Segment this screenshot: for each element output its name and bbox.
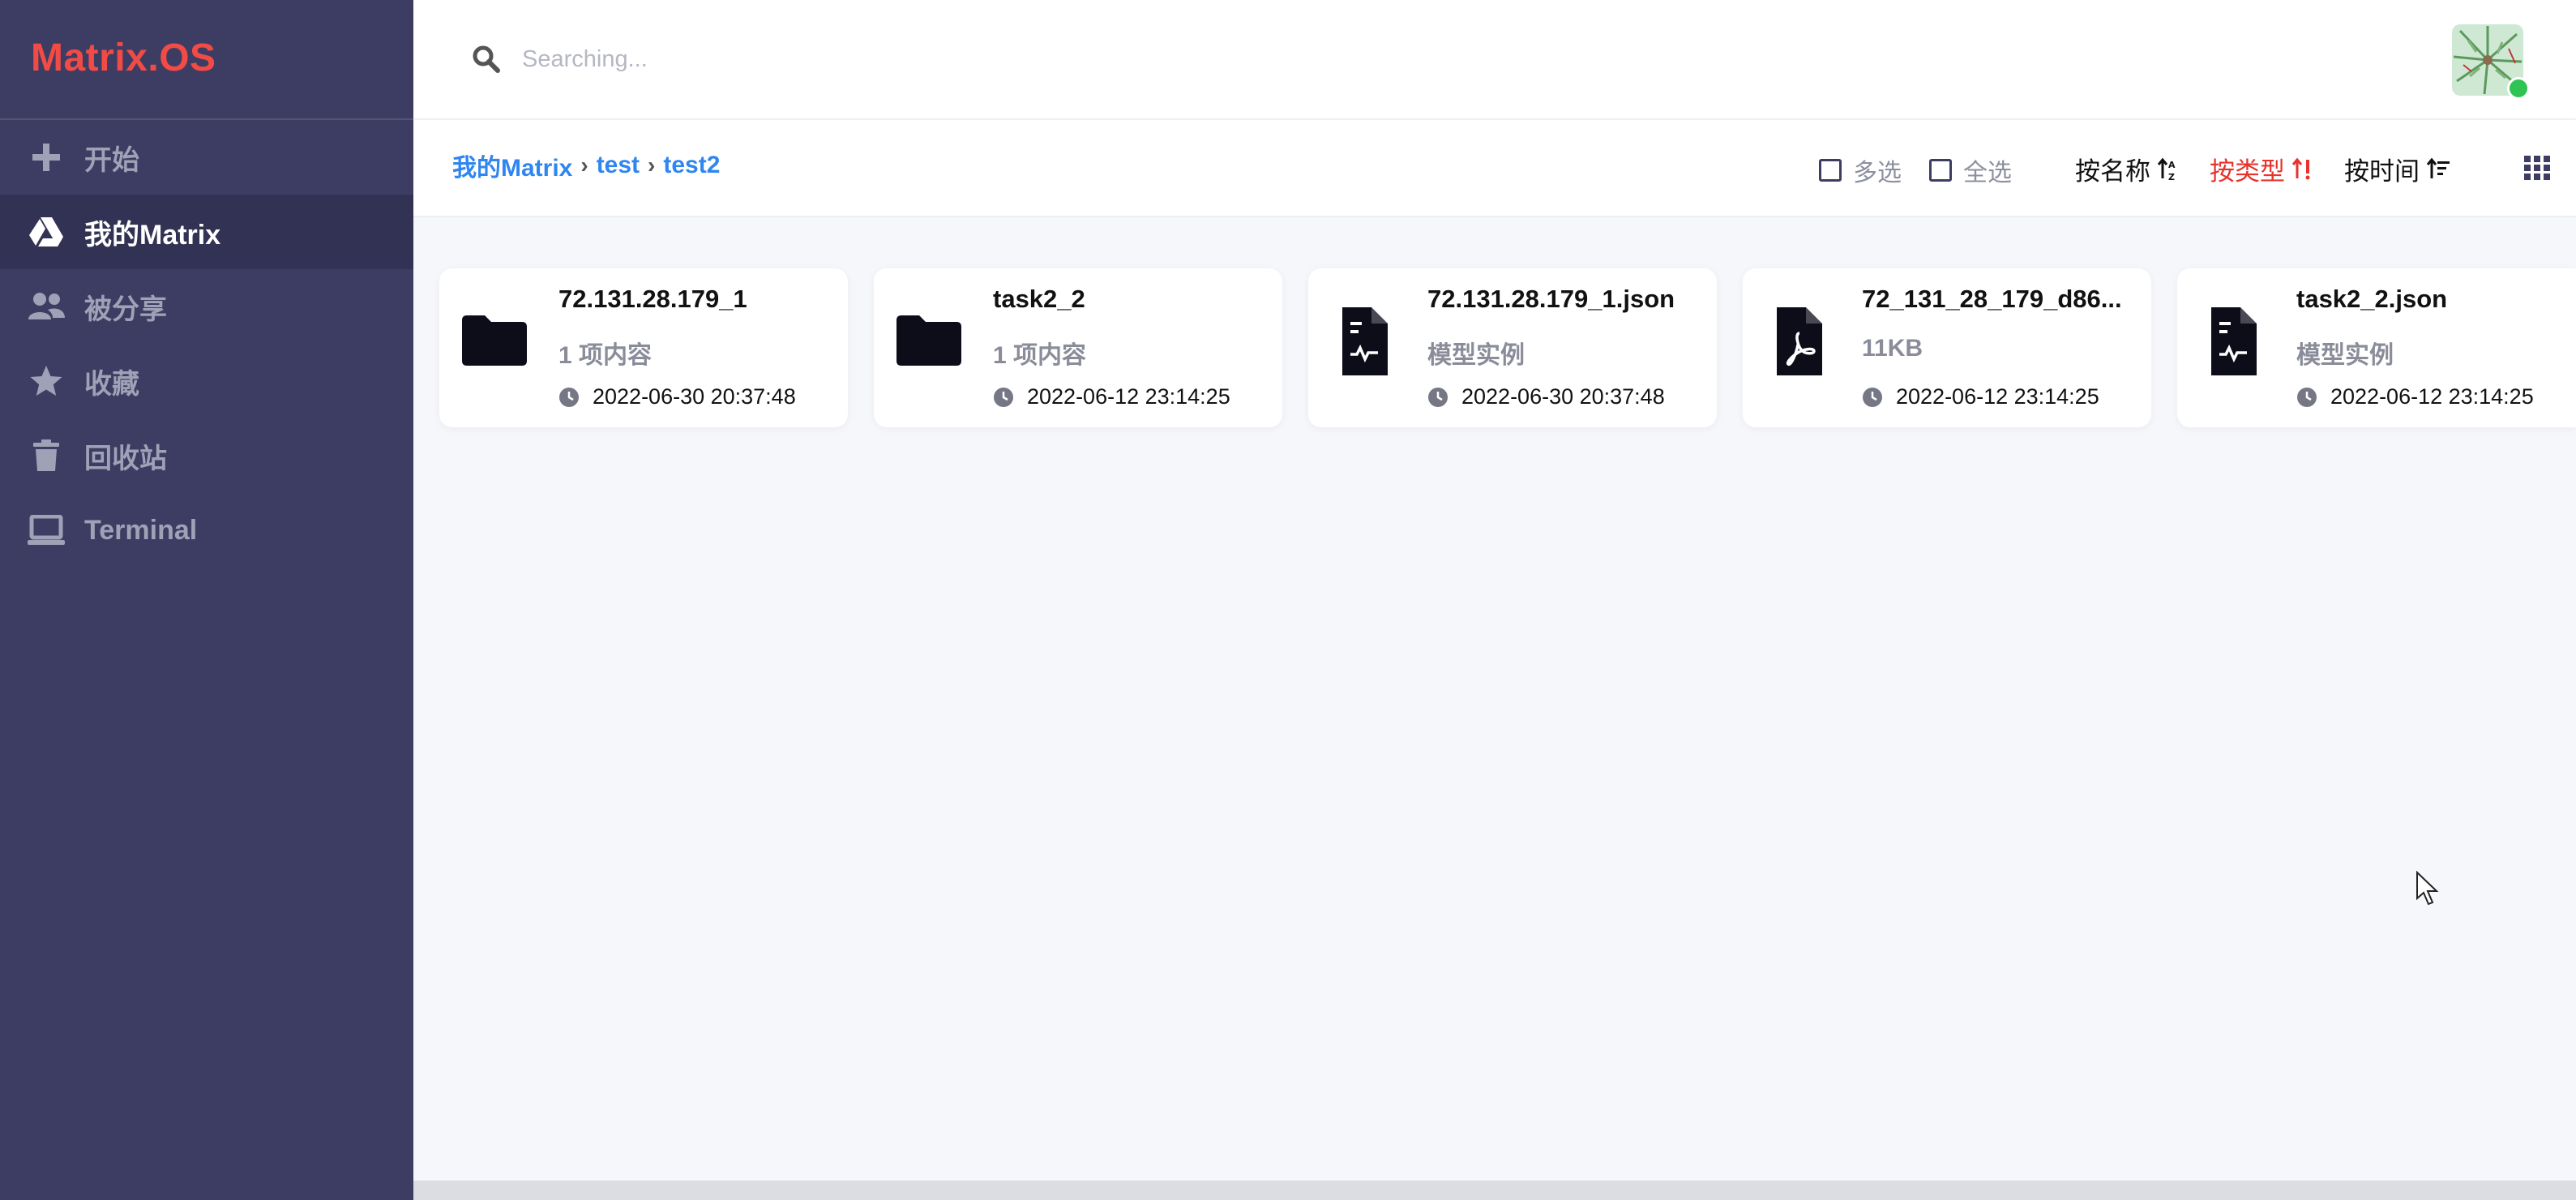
star-icon <box>26 361 66 401</box>
sort-by-name-button[interactable]: 按名称 AZ <box>2075 151 2181 187</box>
multi-select-toggle[interactable]: 多选 <box>1819 152 1902 188</box>
sort-by-type-label: 按类型 <box>2210 157 2285 186</box>
sidebar-item-start[interactable]: 开始 <box>0 120 413 195</box>
clock-icon <box>2296 387 2317 408</box>
file-card[interactable]: 72_131_28_179_d86... 11KB 2022-06-12 23:… <box>1743 268 2151 427</box>
file-time: 2022-06-12 23:14:25 <box>993 384 1230 409</box>
file-card[interactable]: task2_2 1 项内容 2022-06-12 23:14:25 <box>874 268 1282 427</box>
clock-icon <box>993 387 1014 408</box>
sidebar-item-label: 收藏 <box>84 368 139 400</box>
sort-by-time-label: 按时间 <box>2344 157 2420 186</box>
pdf-file-icon <box>1761 304 1835 379</box>
file-name: 72.131.28.179_1 <box>558 285 747 313</box>
file-date: 2022-06-30 20:37:48 <box>1461 384 1665 409</box>
mouse-cursor-icon <box>2416 870 2440 906</box>
search-input[interactable] <box>520 36 1496 83</box>
sidebar-item-label: Terminal <box>84 514 198 546</box>
select-all-toggle[interactable]: 全选 <box>1929 152 2012 188</box>
sidebar-item-terminal[interactable]: Terminal <box>0 493 413 568</box>
chevron-right-icon: › <box>648 152 656 178</box>
sort-alpha-icon: AZ <box>2157 157 2181 182</box>
grid-view-icon[interactable] <box>2523 152 2552 182</box>
trash-icon <box>26 435 66 476</box>
sort-type-icon <box>2291 157 2316 182</box>
sidebar-nav: 开始 我的Matrix 被分享 收藏 回收站 Terminal <box>0 120 413 568</box>
drive-icon <box>26 212 66 252</box>
file-name: task2_2.json <box>2296 285 2448 313</box>
sort-lines-icon <box>2426 157 2450 182</box>
file-meta: 1 项内容 <box>558 342 653 369</box>
file-meta: 模型实例 <box>1427 342 1525 369</box>
file-date: 2022-06-12 23:14:25 <box>1896 384 2099 409</box>
breadcrumb-item-test2[interactable]: test2 <box>663 152 720 179</box>
sidebar-item-favorites[interactable]: 收藏 <box>0 344 413 418</box>
search-icon[interactable] <box>472 45 501 74</box>
svg-text:Z: Z <box>2168 172 2175 182</box>
file-meta: 1 项内容 <box>993 342 1087 369</box>
file-time: 2022-06-30 20:37:48 <box>558 384 796 409</box>
sidebar-item-shared[interactable]: 被分享 <box>0 269 413 344</box>
file-date: 2022-06-12 23:14:25 <box>1027 384 1230 409</box>
file-date: 2022-06-30 20:37:48 <box>593 384 796 409</box>
horizontal-scrollbar[interactable] <box>413 1181 2576 1200</box>
file-time: 2022-06-12 23:14:25 <box>2296 384 2534 409</box>
model-file-icon <box>1326 304 1401 379</box>
file-card[interactable]: task2_2.json 模型实例 2022-06-12 23:14:25 <box>2177 268 2576 427</box>
sort-by-name-label: 按名称 <box>2075 157 2150 186</box>
file-meta: 11KB <box>1862 335 1923 362</box>
sidebar-item-my-matrix[interactable]: 我的Matrix <box>0 195 413 269</box>
file-name: 72.131.28.179_1.json <box>1427 285 1675 313</box>
breadcrumb: 我的Matrix › test › test2 <box>452 148 720 183</box>
select-all-checkbox[interactable] <box>1929 159 1952 182</box>
file-date: 2022-06-12 23:14:25 <box>2330 384 2534 409</box>
clock-icon <box>1427 387 1448 408</box>
sort-by-type-button[interactable]: 按类型 <box>2210 151 2316 187</box>
file-name: 72_131_28_179_d86... <box>1862 285 2122 313</box>
file-time: 2022-06-12 23:14:25 <box>1862 384 2099 409</box>
app-logo[interactable]: Matrix.OS <box>31 36 216 80</box>
breadcrumb-item-root[interactable]: 我的Matrix <box>452 148 572 183</box>
multi-select-checkbox[interactable] <box>1819 159 1842 182</box>
sidebar-item-label: 回收站 <box>84 443 167 474</box>
sort-by-time-button[interactable]: 按时间 <box>2344 151 2450 187</box>
sidebar-item-trash[interactable]: 回收站 <box>0 418 413 493</box>
file-name: task2_2 <box>993 285 1085 313</box>
plus-icon <box>26 137 66 178</box>
file-card[interactable]: 72.131.28.179_1.json 模型实例 2022-06-30 20:… <box>1308 268 1717 427</box>
sidebar-item-label: 开始 <box>84 144 139 176</box>
clock-icon <box>1862 387 1883 408</box>
file-toolbar: 我的Matrix › test › test2 多选 全选 按名称 AZ 按类型… <box>413 120 2576 217</box>
sidebar: Matrix.OS 开始 我的Matrix 被分享 收藏 回收站 Termina… <box>0 0 413 1200</box>
chevron-right-icon: › <box>580 152 588 178</box>
file-card[interactable]: 72.131.28.179_1 1 项内容 2022-06-30 20:37:4… <box>439 268 848 427</box>
folder-icon <box>457 304 532 379</box>
select-all-label: 全选 <box>1963 160 2012 186</box>
sidebar-item-label: 我的Matrix <box>84 219 221 251</box>
file-time: 2022-06-30 20:37:48 <box>1427 384 1665 409</box>
users-icon <box>26 286 66 327</box>
file-meta: 模型实例 <box>2296 342 2394 369</box>
svg-text:A: A <box>2168 160 2176 170</box>
online-status-dot <box>2507 77 2530 100</box>
laptop-icon <box>26 510 66 551</box>
sidebar-item-label: 被分享 <box>84 294 167 325</box>
model-file-icon <box>2195 304 2270 379</box>
breadcrumb-item-test[interactable]: test <box>597 152 640 179</box>
multi-select-label: 多选 <box>1853 160 1902 186</box>
top-bar <box>413 0 2576 118</box>
folder-icon <box>892 304 966 379</box>
clock-icon <box>558 387 580 408</box>
